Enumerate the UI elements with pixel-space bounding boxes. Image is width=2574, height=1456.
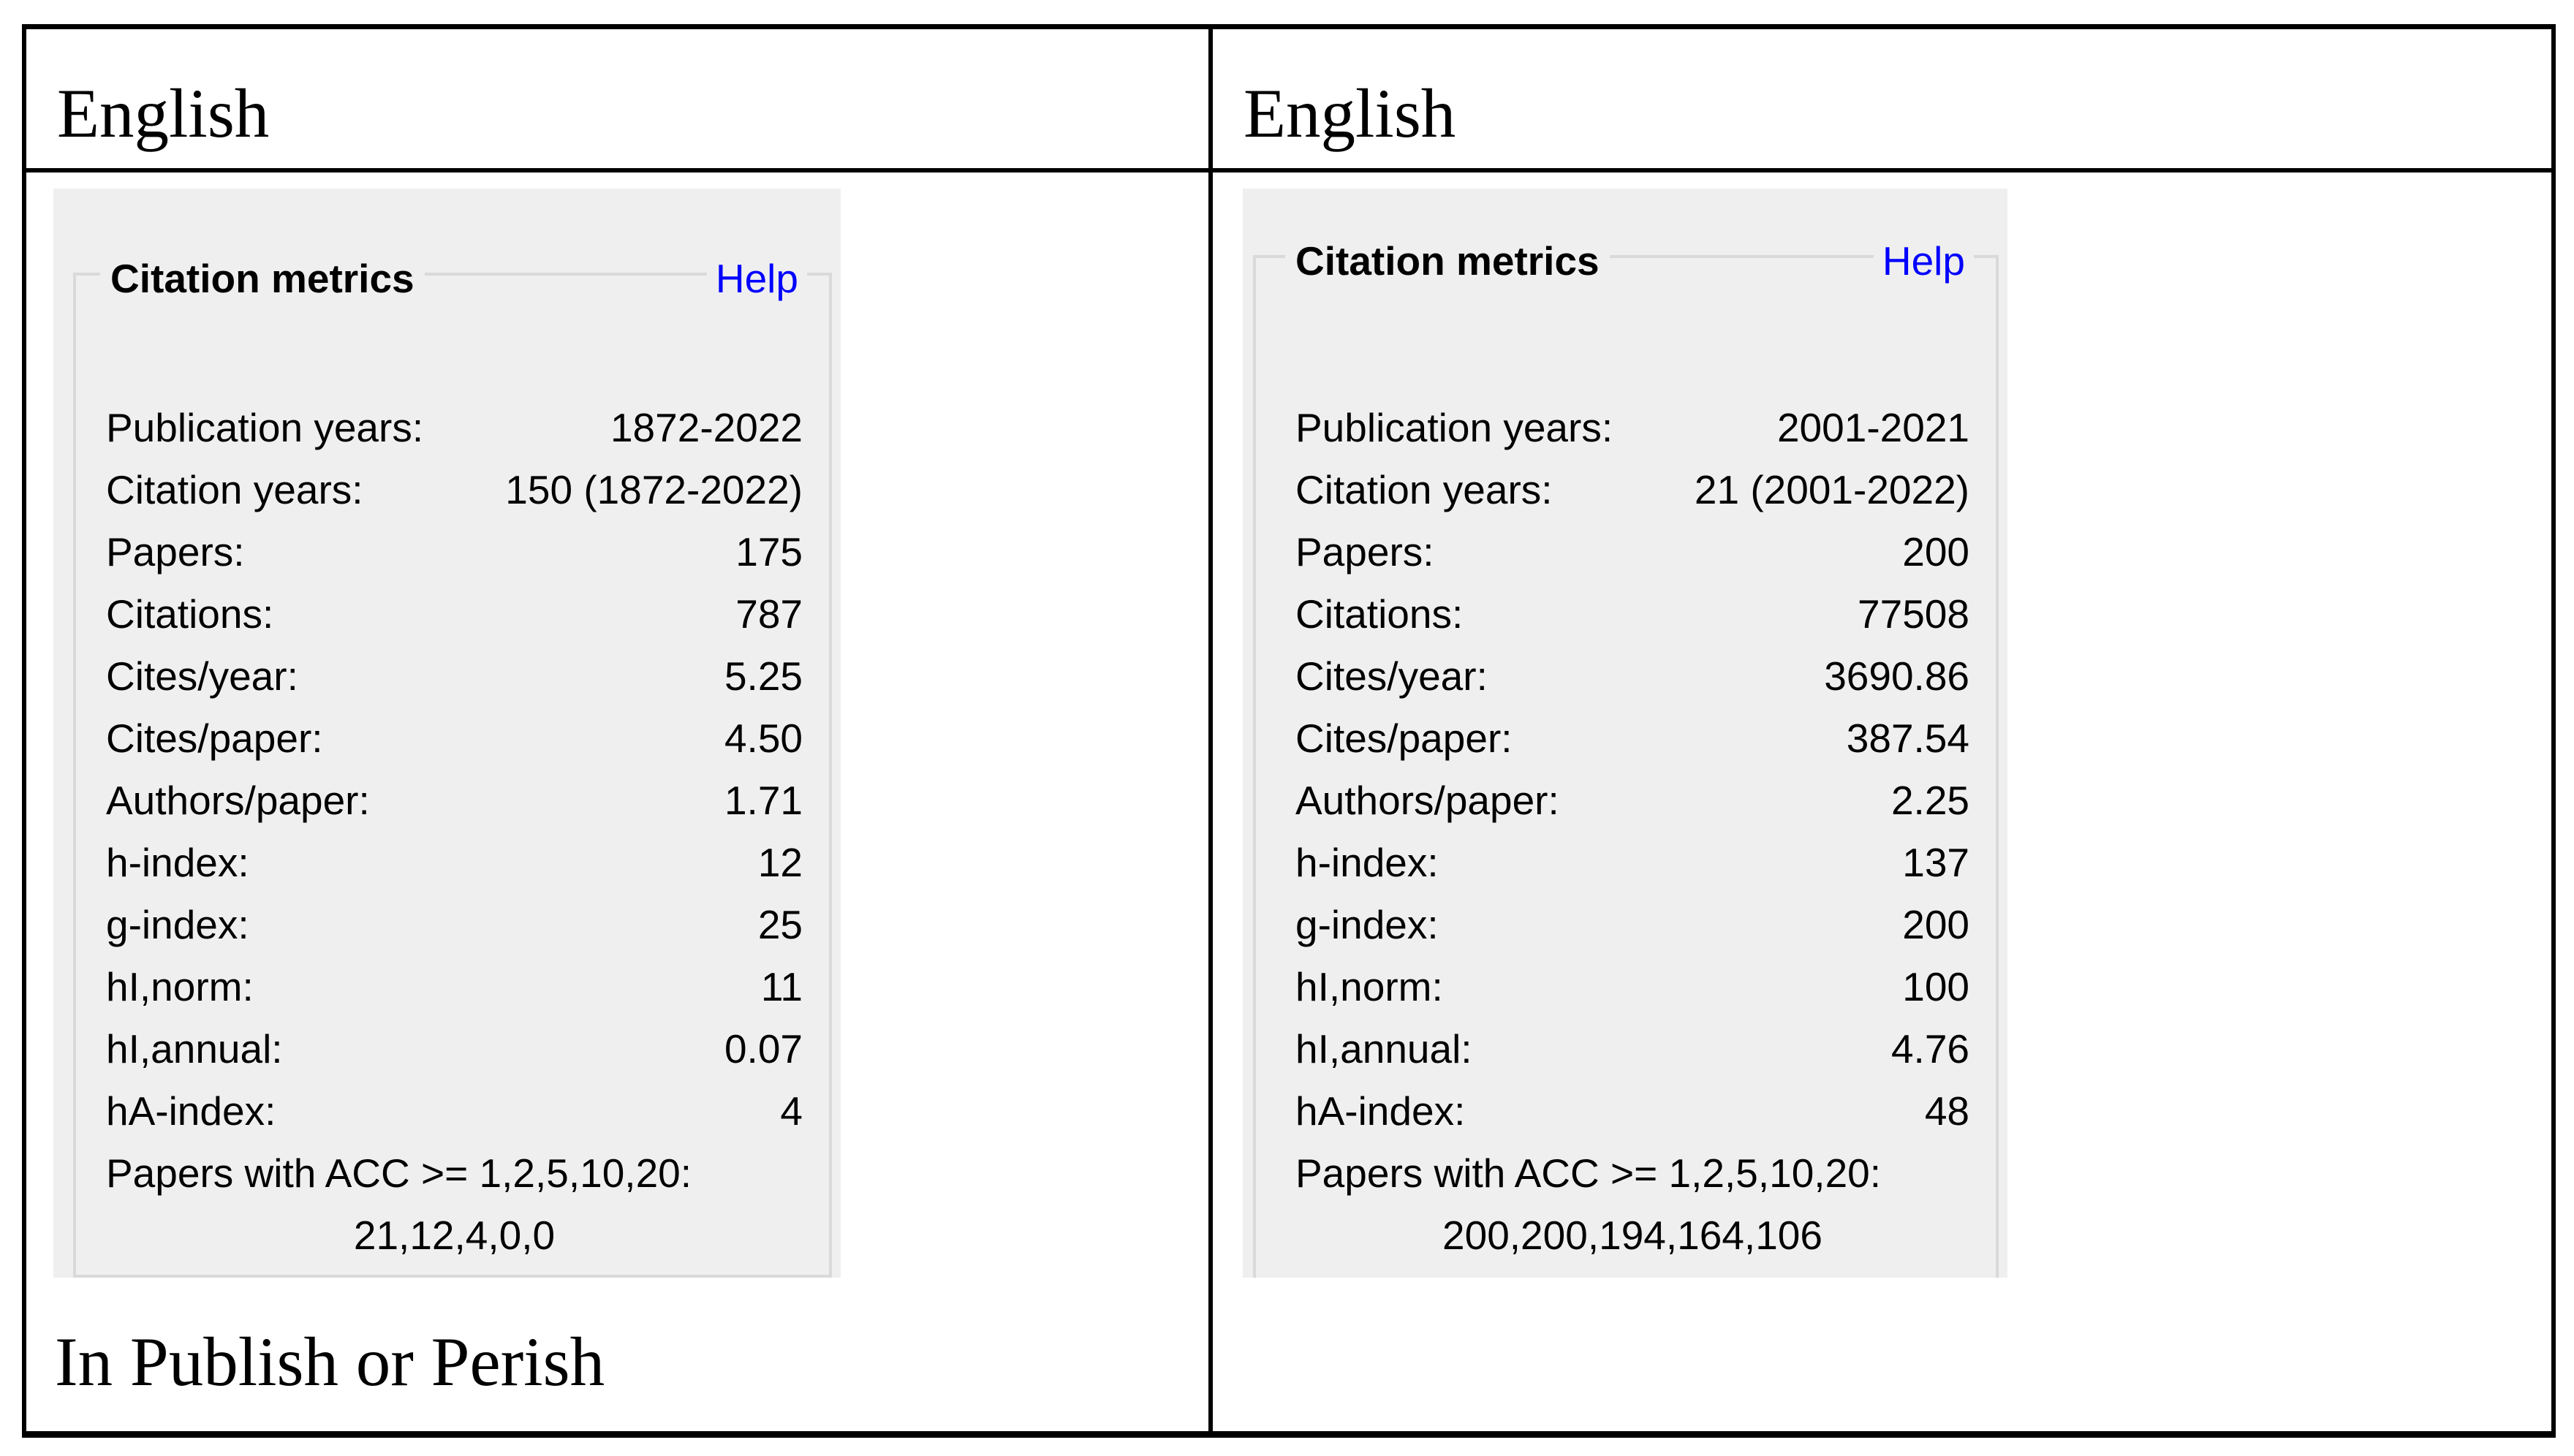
metric-row: Papers: 200 [1243,521,2007,583]
metric-value: 12 [758,832,803,894]
metric-value: 25 [758,894,803,956]
metric-label: Citations: [1295,583,1463,645]
metric-row: h-index: 12 [53,832,841,894]
metric-value: 387.54 [1847,708,1969,770]
metric-label: Cites/paper: [1295,708,1513,770]
citation-metrics-panel-right: Citation metrics Help Publication years:… [1243,189,2007,1278]
metric-value: 1872-2022 [610,397,803,459]
metric-label: Papers: [106,521,245,583]
table-border-top [22,24,2556,29]
table-border-bottom [22,1431,2556,1438]
metric-value: 5.25 [724,645,803,708]
metrics-rows: Publication years:2001-2021Citation year… [1243,397,2007,1267]
metric-value: 200 [1902,521,1969,583]
metric-row: Authors/paper: 1.71 [53,770,841,832]
acc-values-row: 200,200,194,164,106 [1243,1205,2007,1267]
table-border-right [2551,24,2556,1438]
metric-value: 48 [1925,1080,1969,1142]
metric-row: Cites/year: 3690.86 [1243,645,2007,708]
metric-row: Citations: 77508 [1243,583,2007,645]
metric-row: hI,norm: 100 [1243,956,2007,1018]
metric-label: h-index: [1295,832,1439,894]
metric-label: Authors/paper: [1295,770,1559,832]
metric-value: 100 [1902,956,1969,1018]
metric-row: Citation years: 21 (2001-2022) [1243,459,2007,521]
metric-value: 787 [735,583,803,645]
header-cell-right: English [1244,73,1456,153]
table-caption: In Publish or Perish [55,1322,605,1402]
metric-label: hI,norm: [106,956,254,1018]
metric-label: Publication years: [106,397,423,459]
metric-row: hI,norm: 11 [53,956,841,1018]
metric-value: 150 (1872-2022) [505,459,803,521]
metric-label: hI,annual: [106,1018,283,1080]
metric-label: Publication years: [1295,397,1613,459]
table-column-divider [1208,24,1213,1438]
metric-value: 4.76 [1891,1018,1969,1080]
metric-value: 11 [761,956,803,1018]
metric-row: h-index: 137 [1243,832,2007,894]
metric-label: hA-index: [106,1080,276,1142]
acc-values-row: 21,12,4,0,0 [53,1205,841,1267]
metric-label: Citations: [106,583,273,645]
metric-label: Authors/paper: [106,770,370,832]
table-row-divider [22,168,2556,172]
metric-label: Papers: [1295,521,1434,583]
document-page: English English Citation metrics Help Pu… [0,0,2574,1456]
metric-row: hA-index: 48 [1243,1080,2007,1142]
metric-value: 4 [780,1080,803,1142]
metric-label: hI,norm: [1295,956,1443,1018]
metric-value: 137 [1902,832,1969,894]
metric-label: g-index: [106,894,249,956]
metric-row: Publication years: 2001-2021 [1243,397,2007,459]
metric-row: Citations: 787 [53,583,841,645]
metric-value: 4.50 [724,708,803,770]
metric-label: Citation years: [1295,459,1553,521]
metric-label: g-index: [1295,894,1439,956]
metric-row: Citation years: 150 (1872-2022) [53,459,841,521]
metric-row: Cites/paper: 4.50 [53,708,841,770]
metric-label: Citation years: [106,459,363,521]
metric-row: Publication years: 1872-2022 [53,397,841,459]
metric-value: 77508 [1858,583,1969,645]
acc-label: Papers with ACC >= 1,2,5,10,20: [106,1142,692,1205]
metric-row: hI,annual: 0.07 [53,1018,841,1080]
metric-value: 1.71 [724,770,803,832]
metric-row: g-index: 200 [1243,894,2007,956]
help-link[interactable]: Help [707,257,807,300]
metric-value: 2001-2021 [1777,397,1969,459]
acc-label: Papers with ACC >= 1,2,5,10,20: [1295,1142,1881,1205]
metric-label: Cites/year: [1295,645,1488,708]
metric-label: hA-index: [1295,1080,1465,1142]
metric-row: Authors/paper: 2.25 [1243,770,2007,832]
metric-label: Cites/year: [106,645,298,708]
metric-value: 21 (2001-2022) [1695,459,1969,521]
metric-label: h-index: [106,832,249,894]
metric-label: hI,annual: [1295,1018,1472,1080]
metric-label: Cites/paper: [106,708,323,770]
metric-row: Cites/year: 5.25 [53,645,841,708]
metrics-rows: Publication years:1872-2022Citation year… [53,397,841,1267]
metric-row: hI,annual: 4.76 [1243,1018,2007,1080]
metric-value: 0.07 [724,1018,803,1080]
help-link[interactable]: Help [1874,239,1974,283]
metric-value: 200 [1902,894,1969,956]
citation-metrics-panel-left: Citation metrics Help Publication years:… [53,189,841,1278]
metric-row: Papers: 175 [53,521,841,583]
acc-label-row: Papers with ACC >= 1,2,5,10,20: [1243,1142,2007,1205]
metric-row: Cites/paper: 387.54 [1243,708,2007,770]
header-cell-left: English [57,73,269,153]
acc-label-row: Papers with ACC >= 1,2,5,10,20: [53,1142,841,1205]
metric-row: hA-index: 4 [53,1080,841,1142]
metric-value: 175 [735,521,803,583]
table-border-left [22,24,26,1438]
metric-value: 3690.86 [1824,645,1969,708]
groupbox-title: Citation metrics [1285,239,1610,283]
metric-value: 2.25 [1891,770,1969,832]
groupbox-title: Citation metrics [100,257,425,300]
metric-row: g-index: 25 [53,894,841,956]
